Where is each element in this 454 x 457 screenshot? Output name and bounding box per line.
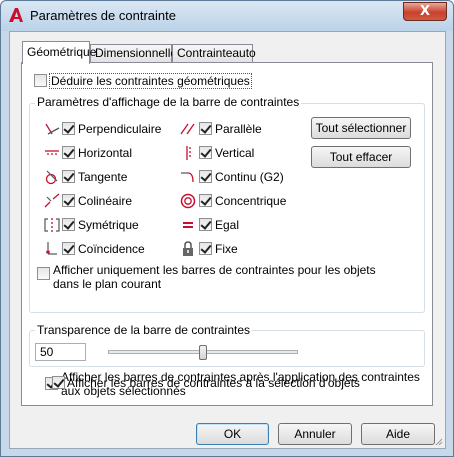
parallel-icon <box>180 123 195 135</box>
transparency-value-input[interactable]: 50 <box>35 343 86 361</box>
ok-button[interactable]: OK <box>196 423 269 445</box>
on-select-checkbox[interactable] <box>52 376 65 389</box>
help-button[interactable]: Aide <box>361 423 435 445</box>
infer-constraints-checkbox[interactable] <box>34 74 47 87</box>
equal-label: Egal <box>215 218 240 232</box>
tab-dimensionnelle[interactable]: Dimensionnelle <box>90 44 177 63</box>
symmetric-checkbox[interactable] <box>62 218 75 231</box>
equal-icon <box>183 222 193 228</box>
infer-constraints-label[interactable]: Déduire les contraintes géométriques <box>49 73 252 89</box>
equal-checkbox[interactable] <box>199 218 212 231</box>
tab-contrainteauto[interactable]: Contrainteauto <box>172 44 256 63</box>
symmetric-label: Symétrique <box>78 218 139 232</box>
transparency-title: Transparence de la barre de contraintes <box>35 323 253 337</box>
collinear-label: Colinéaire <box>78 194 133 208</box>
coincident-checkbox[interactable] <box>62 242 75 255</box>
select-all-button[interactable]: Tout sélectionner <box>311 117 411 139</box>
tangent-label: Tangente <box>78 170 128 184</box>
tangent-icon <box>45 170 58 185</box>
concentric-checkbox[interactable] <box>199 194 212 207</box>
parallel-checkbox[interactable] <box>199 122 212 135</box>
concentric-label: Concentrique <box>215 194 287 208</box>
smooth-label: Continu (G2) <box>215 170 284 184</box>
cancel-button[interactable]: Annuler <box>278 423 352 445</box>
perpendicular-label: Perpendiculaire <box>78 122 162 136</box>
vertical-icon <box>186 146 191 160</box>
autocad-app-icon <box>9 8 23 22</box>
window-title: Paramètres de contrainte <box>30 8 176 23</box>
smooth-icon <box>181 172 194 183</box>
dialog-body: Géométrique Dimensionnelle Contrainteaut… <box>9 31 446 449</box>
tab-panel-geometrique: Déduire les contraintes géométriques Par… <box>21 62 433 406</box>
coincident-label: Coïncidence <box>78 242 145 256</box>
smooth-checkbox[interactable] <box>199 170 212 183</box>
horizontal-label: Horizontal <box>78 146 133 160</box>
transparency-slider-thumb[interactable] <box>199 345 207 360</box>
horizontal-icon <box>45 150 59 155</box>
lock-icon <box>183 241 193 256</box>
perpendicular-checkbox[interactable] <box>62 122 75 135</box>
fixed-checkbox[interactable] <box>199 242 212 255</box>
symmetric-icon <box>44 218 60 232</box>
resize-grip-icon[interactable] <box>433 436 443 446</box>
fixed-label: Fixe <box>215 242 238 256</box>
vertical-checkbox[interactable] <box>199 146 212 159</box>
collinear-icon <box>44 193 60 208</box>
current-plane-checkbox[interactable] <box>37 267 50 280</box>
tab-geometrique[interactable]: Géométrique <box>22 41 96 64</box>
collinear-checkbox[interactable] <box>62 194 75 207</box>
title-bar[interactable]: Paramètres de contrainte X <box>1 1 453 31</box>
dialog-window: Paramètres de contrainte X Géométrique D… <box>0 0 454 457</box>
clear-all-button[interactable]: Tout effacer <box>311 146 411 168</box>
concentric-icon <box>180 193 196 209</box>
tangent-checkbox[interactable] <box>62 170 75 183</box>
display-settings-title: Paramètres d'affichage de la barre de co… <box>35 95 302 109</box>
vertical-label: Vertical <box>215 146 255 160</box>
current-plane-label-line1: Afficher uniquement les barres de contra… <box>53 263 376 277</box>
coincident-icon <box>46 242 57 255</box>
close-button[interactable]: X <box>403 2 447 21</box>
parallel-label: Parallèle <box>215 122 262 136</box>
horizontal-checkbox[interactable] <box>62 146 75 159</box>
on-select-label: Afficher les barres de contraintes à la … <box>67 376 360 390</box>
perpendicular-icon <box>45 123 60 135</box>
current-plane-label-line2: dans le plan courant <box>53 277 162 291</box>
